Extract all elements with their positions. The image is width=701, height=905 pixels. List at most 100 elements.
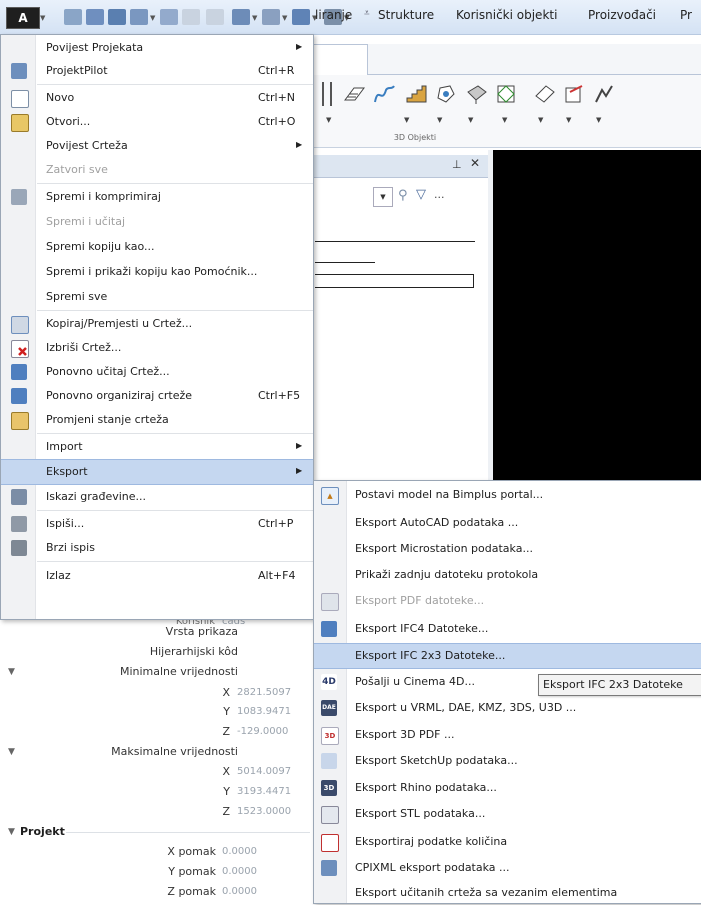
close-icon[interactable]: ✕	[470, 156, 480, 170]
submenu-item-label: Eksport u VRML, DAE, KMZ, 3DS, U3D ...	[355, 701, 577, 714]
collapse-triangle-icon[interactable]: ▼	[8, 667, 15, 677]
menu-item-novo[interactable]: Novo Ctrl+N	[1, 86, 313, 110]
chevron-down-icon[interactable]: ▼	[596, 116, 601, 124]
menu-item-povijest-projekata[interactable]: Povijest Projekata ▶	[1, 36, 313, 60]
submenu-item-rhino[interactable]: 3D Eksport Rhino podataka...	[314, 776, 701, 800]
section-icon[interactable]	[562, 82, 586, 106]
chevron-down-icon[interactable]: ▼	[404, 116, 409, 124]
menu-item-spremi-sve[interactable]: Spremi sve	[1, 285, 313, 309]
submenu-item-autocad[interactable]: Eksport AutoCAD podataka ...	[314, 511, 701, 535]
tab-korisnicki-objekti[interactable]: Korisnički objekti	[456, 8, 557, 22]
chevron-down-icon[interactable]: ▼	[538, 116, 543, 124]
submenu-item-protokol[interactable]: Prikaži zadnju datoteku protokola	[314, 563, 701, 587]
quick-print-icon	[11, 540, 27, 556]
submenu-item-label: Eksport učitanih crteža sa vezanim eleme…	[355, 886, 618, 899]
menu-item-eksport[interactable]: Eksport ▶	[1, 459, 313, 485]
menu-item-otvori[interactable]: Otvori... Ctrl+O	[1, 110, 313, 134]
surface-icon[interactable]	[372, 82, 396, 106]
stairs-icon[interactable]	[404, 82, 428, 106]
slab-icon[interactable]	[342, 82, 366, 106]
pin-icon[interactable]: ⊥	[452, 158, 462, 171]
chevron-down-icon[interactable]: ▼	[437, 116, 442, 124]
menu-item-brzi-ispis[interactable]: Brzi ispis	[1, 536, 313, 560]
application-menu-button[interactable]: A	[6, 7, 40, 29]
search-icon[interactable]: ⚲	[398, 188, 408, 203]
frame-icon[interactable]	[232, 9, 250, 25]
max-z-label: Z	[222, 805, 230, 818]
z-pomak-value: 0.0000	[222, 886, 257, 897]
edit-icon[interactable]	[130, 9, 148, 25]
tree-item-box[interactable]	[315, 274, 474, 288]
submenu-item-pdf[interactable]: Eksport PDF datoteke...	[314, 589, 701, 613]
more-button[interactable]: ...	[434, 188, 445, 201]
chevron-down-icon[interactable]: ▼	[502, 116, 507, 124]
menu-item-projektpilot[interactable]: ProjektPilot Ctrl+R	[1, 59, 313, 83]
modify-icon[interactable]	[592, 82, 616, 106]
submenu-item-microstation[interactable]: Eksport Microstation podataka...	[314, 537, 701, 561]
menu-item-ponovno-ucitaj[interactable]: Ponovno učitaj Crtež...	[1, 360, 313, 384]
cylinder-icon[interactable]	[464, 82, 488, 106]
menu-item-zatvori-sve[interactable]: Zatvori sve	[1, 158, 313, 182]
save-icon[interactable]	[108, 9, 126, 25]
ribbon-tab-bar	[310, 44, 701, 75]
menu-item-ispisi[interactable]: Ispiši... Ctrl+P	[1, 512, 313, 536]
menu-item-iskazi-gradevine[interactable]: Iskazi građevine...	[1, 485, 313, 509]
menu-item-kopiraj-premjesti[interactable]: Kopiraj/Premjesti u Crtež...	[1, 312, 313, 336]
menu-item-izlaz[interactable]: Izlaz Alt+F4	[1, 564, 313, 588]
submenu-item-ifc-2x3[interactable]: Eksport IFC 2x3 Datoteke...	[314, 643, 701, 669]
layout-icon[interactable]	[86, 9, 104, 25]
compress-icon	[11, 189, 27, 205]
chevron-down-icon[interactable]: ▼	[282, 14, 287, 22]
menu-item-izbrisi-crtez[interactable]: Izbriši Crtež...	[1, 336, 313, 360]
submenu-item-ifc4[interactable]: Eksport IFC4 Datoteke...	[314, 617, 701, 641]
pdf-icon	[321, 593, 339, 611]
chevron-down-icon[interactable]: ▼	[252, 14, 257, 22]
menu-item-label: Spremi sve	[46, 290, 108, 303]
chevron-down-icon[interactable]: ▼	[150, 14, 155, 22]
layers-icon[interactable]	[292, 9, 310, 25]
menu-shortcut: Ctrl+R	[258, 64, 295, 77]
chevron-down-icon[interactable]: ▼	[566, 116, 571, 124]
box-icon[interactable]	[494, 82, 518, 106]
customize-icon[interactable]: ⩡	[364, 8, 370, 19]
submenu-item-vrml[interactable]: DAE Eksport u VRML, DAE, KMZ, 3DS, U3D .…	[314, 696, 701, 720]
menu-item-promjeni-stanje[interactable]: Promjeni stanje crteža	[1, 408, 313, 432]
comment-icon[interactable]	[160, 9, 178, 25]
submenu-item-kolicine[interactable]: Eksportiraj podatke količina	[314, 830, 701, 854]
menu-item-spremi-kopiju-kao[interactable]: Spremi kopiju kao...	[1, 235, 313, 259]
tab-modeliranje[interactable]: liranje	[315, 8, 352, 22]
cpixml-icon	[321, 860, 337, 876]
menu-item-povijest-crteza[interactable]: Povijest Crteža ▶	[1, 134, 313, 158]
submenu-item-stl[interactable]: Eksport STL podataka...	[314, 802, 701, 826]
collapse-triangle-icon[interactable]: ▼	[8, 747, 15, 757]
project-icon[interactable]	[64, 9, 82, 25]
chevron-down-icon[interactable]: ▼	[326, 116, 331, 124]
extrude-icon[interactable]	[434, 82, 458, 106]
submenu-item-bimplus[interactable]: ▲ Postavi model na Bimplus portal...	[314, 483, 701, 507]
submenu-item-3d-pdf[interactable]: 3D Eksport 3D PDF ...	[314, 723, 701, 747]
tab-proizvodaci[interactable]: Proizvođači	[588, 8, 656, 22]
submenu-item-ucitani-crtezi[interactable]: Eksport učitanih crteža sa vezanim eleme…	[314, 881, 701, 905]
menu-item-ponovno-organiziraj[interactable]: Ponovno organiziraj crteže Ctrl+F5	[1, 384, 313, 408]
filter-icon[interactable]: ▽	[416, 187, 426, 202]
tab-strukture[interactable]: Strukture	[378, 8, 434, 22]
menu-item-spremi-i-komprimiraj[interactable]: Spremi i komprimiraj	[1, 185, 313, 209]
settings-icon[interactable]	[262, 9, 280, 25]
solid-icon[interactable]	[532, 82, 556, 106]
menu-item-import[interactable]: Import ▶	[1, 435, 313, 459]
submenu-item-cpixml[interactable]: CPIXML eksport podataka ...	[314, 856, 701, 880]
chevron-down-icon[interactable]: ▼	[40, 14, 45, 22]
submenu-item-sketchup[interactable]: Eksport SketchUp podataka...	[314, 749, 701, 773]
submenu-arrow-icon: ▶	[296, 466, 303, 475]
wall-icon[interactable]	[322, 82, 332, 106]
min-z-label: Z	[222, 725, 230, 738]
min-y-label: Y	[223, 705, 230, 718]
tab-overflow[interactable]: Pr	[680, 8, 692, 22]
menu-item-spremi-i-prikazi-kopiju[interactable]: Spremi i prikaži kopiju kao Pomoćnik...	[1, 260, 313, 284]
redo-icon[interactable]	[206, 9, 224, 25]
undo-icon[interactable]	[182, 9, 200, 25]
filter-dropdown[interactable]: ▼	[373, 187, 393, 207]
menu-item-spremi-i-ucitaj[interactable]: Spremi i učitaj	[1, 210, 313, 234]
chevron-down-icon[interactable]: ▼	[468, 116, 473, 124]
collapse-triangle-icon[interactable]: ▼	[8, 827, 15, 837]
